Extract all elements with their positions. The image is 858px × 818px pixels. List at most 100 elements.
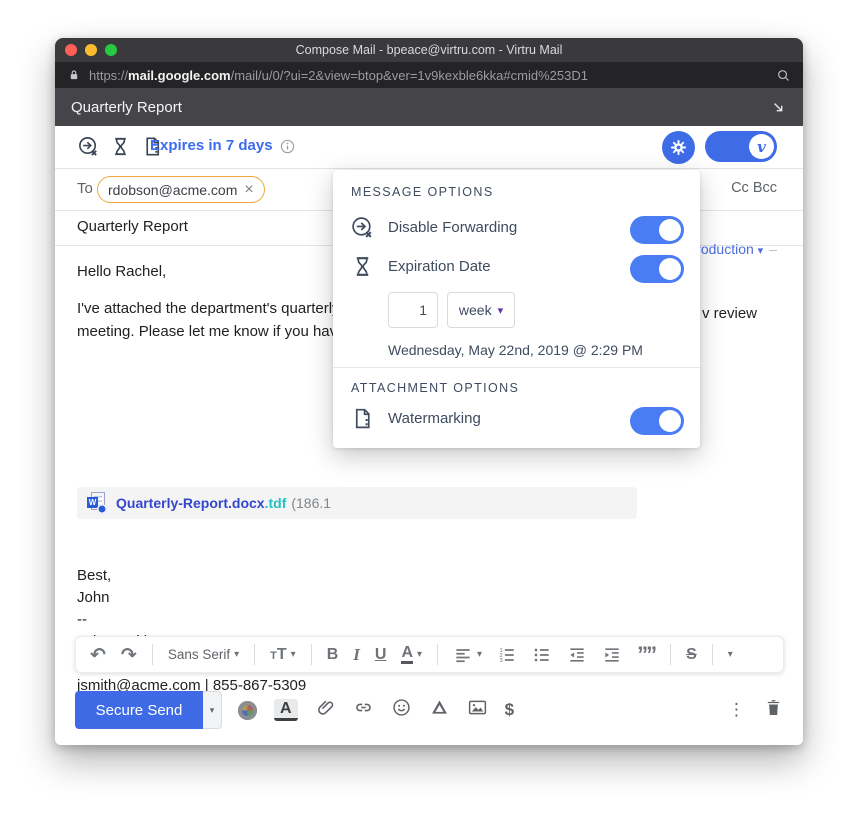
minimize-button[interactable]	[85, 44, 97, 56]
svg-text:3: 3	[500, 657, 503, 663]
attachment-extension: .tdf	[265, 495, 287, 511]
disable-forwarding-toggle[interactable]	[630, 216, 684, 244]
align-button[interactable]: ▾	[453, 645, 482, 665]
link-icon	[353, 697, 374, 718]
divider	[333, 367, 700, 368]
trash-icon	[763, 697, 784, 718]
compose-action-icons: A $	[238, 697, 514, 723]
info-icon[interactable]	[279, 138, 296, 155]
font-family-select[interactable]: Sans Serif ▾	[168, 647, 239, 662]
expires-link[interactable]: Expires in 7 days	[150, 137, 273, 154]
attachment-options-title: ATTACHMENT OPTIONS	[351, 381, 519, 395]
insert-emoji-button[interactable]	[391, 697, 412, 723]
font-family-value: Sans Serif	[168, 647, 230, 662]
divider	[437, 644, 438, 665]
image-icon	[467, 697, 488, 718]
virtru-master-toggle[interactable]: v	[705, 131, 777, 162]
expiration-unit-select[interactable]: week ▾	[447, 292, 515, 328]
attach-file-button[interactable]	[315, 697, 336, 723]
insert-link-button[interactable]	[353, 697, 374, 723]
more-options-icon[interactable]: ⋮	[728, 700, 745, 720]
formatting-toolbar: ↶ ↷ Sans Serif ▾ TT ▾ B I U A ▾	[75, 636, 784, 673]
divider	[670, 644, 671, 665]
indent-increase-icon	[602, 645, 622, 665]
recipient-email: rdobson@acme.com	[108, 182, 237, 198]
text-color-button[interactable]: A ▾	[401, 645, 422, 665]
url-bar[interactable]: https://mail.google.com/mail/u/0/?ui=2&v…	[55, 62, 803, 88]
expiration-hourglass-icon[interactable]	[109, 135, 132, 158]
disable-forwarding-icon	[350, 215, 375, 240]
signature-block: Best, John -- John Smith Agency Financia…	[77, 565, 306, 697]
indent-decrease-button[interactable]	[567, 645, 587, 665]
fullscreen-button[interactable]	[105, 44, 117, 56]
popout-arrow-icon[interactable]	[770, 99, 787, 116]
watermarking-toggle[interactable]	[630, 407, 684, 435]
caret-down-icon: ▾	[498, 304, 504, 317]
virtru-color-wheel-icon[interactable]	[238, 701, 257, 720]
numbered-list-icon: 123	[497, 645, 517, 665]
send-options-caret[interactable]: ▾	[203, 691, 222, 729]
underline-button[interactable]: U	[375, 647, 387, 663]
insert-photo-button[interactable]	[467, 697, 488, 723]
lock-icon	[67, 68, 81, 82]
recipient-chip[interactable]: rdobson@acme.com ×	[97, 176, 265, 203]
chip-remove-icon[interactable]: ×	[244, 182, 253, 198]
bulleted-list-icon	[532, 645, 552, 665]
strikethrough-button[interactable]: S	[686, 647, 697, 663]
align-left-icon	[453, 645, 473, 665]
numbered-list-button[interactable]: 123	[497, 645, 517, 665]
window-titlebar: Compose Mail - bpeace@virtru.com - Virtr…	[55, 38, 803, 62]
money-request-button[interactable]: $	[505, 700, 514, 720]
font-size-button[interactable]: TT ▾	[270, 646, 296, 664]
caret-down-icon: ▾	[417, 649, 422, 660]
undo-icon[interactable]: ↶	[90, 644, 106, 666]
expiration-date-label: Expiration Date	[388, 258, 491, 275]
indent-decrease-icon	[567, 645, 587, 665]
bold-button[interactable]: B	[327, 647, 339, 663]
expiration-datetime: Wednesday, May 22nd, 2019 @ 2:29 PM	[388, 342, 643, 358]
expiration-unit-value: week	[459, 302, 492, 318]
insert-drive-button[interactable]	[429, 697, 450, 723]
body-line1-right-fragment: v review	[702, 305, 757, 322]
url-path: /mail/u/0/?ui=2&view=btop&ver=1v9kexble6…	[231, 68, 588, 83]
to-label: To	[77, 180, 93, 197]
more-formats-caret-icon[interactable]: ▾	[728, 649, 733, 660]
window-title: Compose Mail - bpeace@virtru.com - Virtr…	[296, 43, 563, 57]
formatting-options-button[interactable]: A	[274, 699, 298, 721]
indent-increase-button[interactable]	[602, 645, 622, 665]
settings-gear-button[interactable]	[662, 131, 695, 164]
screenshot-canvas: Compose Mail - bpeace@virtru.com - Virtr…	[0, 0, 858, 818]
tdf-badge-icon	[97, 504, 107, 514]
emoji-icon	[391, 697, 412, 718]
gear-icon	[669, 138, 688, 157]
disable-forwarding-icon[interactable]	[77, 135, 100, 158]
close-button[interactable]	[65, 44, 77, 56]
expiration-value-input[interactable]	[388, 292, 438, 328]
subject-field[interactable]: Quarterly Report	[77, 218, 188, 235]
body-greeting: Hello Rachel,	[77, 263, 166, 280]
compose-body: Expires in 7 days v To rdobson@acme.com …	[55, 126, 803, 745]
drive-icon	[429, 697, 450, 718]
divider	[712, 644, 713, 665]
caret-down-icon: ▾	[477, 649, 482, 660]
magnifier-icon[interactable]	[776, 68, 791, 83]
caret-down-icon: ▾	[234, 649, 239, 660]
expiration-toggle[interactable]	[630, 255, 684, 283]
bulleted-list-button[interactable]	[532, 645, 552, 665]
send-bar: Secure Send ▾ A	[75, 690, 784, 730]
divider	[311, 644, 312, 665]
body-line2: meeting. Please let me know if you have	[77, 323, 345, 340]
attachment-size: (186.1	[291, 495, 331, 511]
word-file-icon: W	[87, 492, 107, 514]
quote-button[interactable]: ””	[637, 648, 655, 661]
cc-bcc-links[interactable]: Cc Bcc	[731, 180, 777, 196]
discard-draft-button[interactable]	[763, 697, 784, 723]
watermark-doc-icon	[350, 406, 375, 431]
attachment-chip[interactable]: W Quarterly-Report.docx.tdf (186.1	[77, 487, 637, 519]
url-protocol: https://	[89, 68, 128, 83]
redo-icon[interactable]: ↷	[121, 644, 137, 666]
attachment-filename: Quarterly-Report.docx	[116, 495, 265, 511]
secure-send-button[interactable]: Secure Send	[75, 691, 203, 729]
url-text: https://mail.google.com/mail/u/0/?ui=2&v…	[89, 68, 588, 83]
italic-button[interactable]: I	[353, 646, 360, 663]
